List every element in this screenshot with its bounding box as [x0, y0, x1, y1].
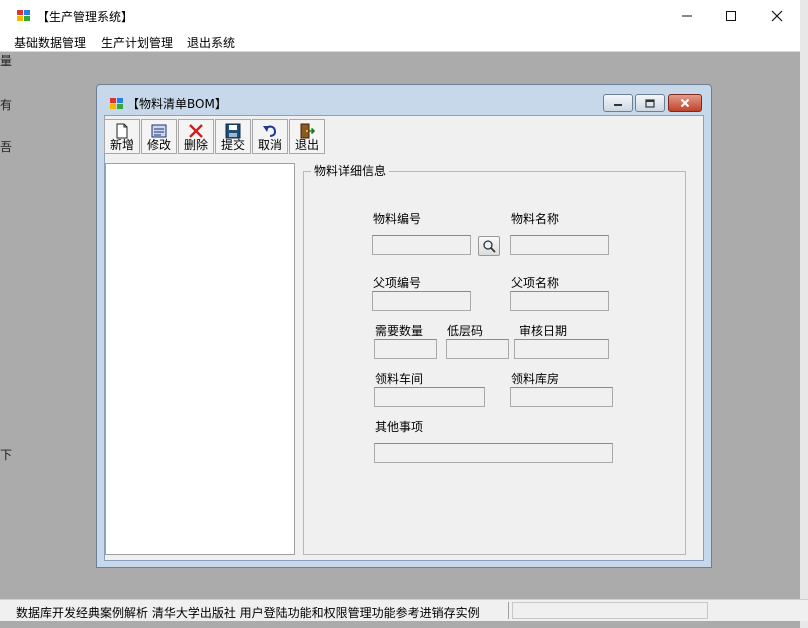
toolbar: 新增 修改 删除 提交 取消 退出 [104, 116, 703, 156]
parent-name-input[interactable] [510, 291, 609, 311]
new-button[interactable]: 新增 [104, 119, 140, 154]
bom-minimize-button[interactable] [603, 94, 633, 112]
material-detail-group-title: 物料详细信息 [311, 162, 390, 179]
review-date-input[interactable] [514, 339, 609, 359]
material-lookup-button[interactable] [478, 236, 500, 256]
exit-door-icon [300, 123, 315, 139]
material-code-input[interactable] [372, 235, 471, 255]
low-level-code-label: 低层码 [447, 324, 484, 338]
review-date-label: 审核日期 [519, 324, 568, 338]
bom-client-area: 新增 修改 删除 提交 取消 退出 物料详细信息 物料编号 物料名称 父项编号 … [104, 115, 704, 561]
exit-button[interactable]: 退出 [289, 119, 325, 154]
menu-exit-system[interactable]: 退出系统 [187, 34, 235, 51]
window-right-edge [800, 0, 808, 628]
bom-restore-button[interactable] [635, 94, 665, 112]
new-document-icon [116, 123, 128, 139]
parent-name-label: 父项名称 [511, 276, 560, 290]
bom-window-icon [110, 98, 123, 109]
warehouse-input[interactable] [510, 387, 613, 407]
restore-icon [645, 98, 655, 108]
background-text-fragment: 有 [0, 98, 13, 112]
close-icon [680, 98, 690, 108]
material-name-input[interactable] [510, 235, 609, 255]
maximize-icon [726, 11, 736, 21]
undo-icon [263, 125, 277, 137]
material-name-label: 物料名称 [511, 212, 560, 226]
minimize-icon [614, 104, 622, 106]
parent-code-input[interactable] [372, 291, 471, 311]
submit-button[interactable]: 提交 [215, 119, 251, 154]
edit-button[interactable]: 修改 [141, 119, 177, 154]
save-icon [225, 123, 241, 139]
bom-close-button[interactable] [668, 94, 702, 112]
other-notes-input[interactable] [374, 443, 613, 463]
workshop-input[interactable] [374, 387, 485, 407]
low-level-code-input[interactable] [446, 339, 509, 359]
app-title: 【生产管理系统】 [37, 10, 134, 24]
bom-window: 【物料清单BOM】 新增 修改 删除 提交 取消 退出 物料详细信息 物料编号 … [96, 84, 712, 568]
quantity-label: 需要数量 [375, 324, 424, 338]
material-code-label: 物料编号 [373, 212, 422, 226]
maximize-button[interactable] [708, 0, 754, 32]
magnifier-icon [483, 240, 496, 253]
menu-bar: 基础数据管理 生产计划管理 退出系统 [0, 32, 808, 52]
background-text-fragment: 下 [0, 448, 13, 462]
warehouse-label: 领料库房 [511, 372, 560, 386]
bom-window-title: 【物料清单BOM】 [127, 97, 227, 111]
status-panel [512, 602, 708, 619]
close-icon [771, 10, 783, 22]
minimize-button[interactable] [664, 0, 710, 32]
app-title-bar: 【生产管理系统】 [0, 0, 808, 32]
app-icon [17, 10, 30, 21]
other-notes-label: 其他事项 [375, 420, 424, 434]
quantity-input[interactable] [374, 339, 437, 359]
status-bar: 数据库开发经典案例解析 清华大学出版社 用户登陆功能和权限管理功能参考进销存实例 [0, 599, 808, 621]
material-detail-group [303, 171, 686, 555]
status-text: 数据库开发经典案例解析 清华大学出版社 用户登陆功能和权限管理功能参考进销存实例 [16, 606, 480, 620]
bom-tree-view[interactable] [105, 163, 295, 555]
status-separator [508, 602, 509, 619]
background-text-fragment: 量 [0, 54, 13, 68]
menu-basic-data[interactable]: 基础数据管理 [14, 34, 86, 51]
delete-button[interactable]: 删除 [178, 119, 214, 154]
edit-icon [151, 124, 167, 138]
close-button[interactable] [754, 0, 800, 32]
background-text-fragment: 吾 [0, 140, 13, 154]
menu-production-plan[interactable]: 生产计划管理 [101, 34, 173, 51]
minimize-icon [682, 15, 692, 17]
parent-code-label: 父项编号 [373, 276, 422, 290]
cancel-button[interactable]: 取消 [252, 119, 288, 154]
delete-icon [189, 124, 203, 138]
workshop-label: 领料车间 [375, 372, 424, 386]
